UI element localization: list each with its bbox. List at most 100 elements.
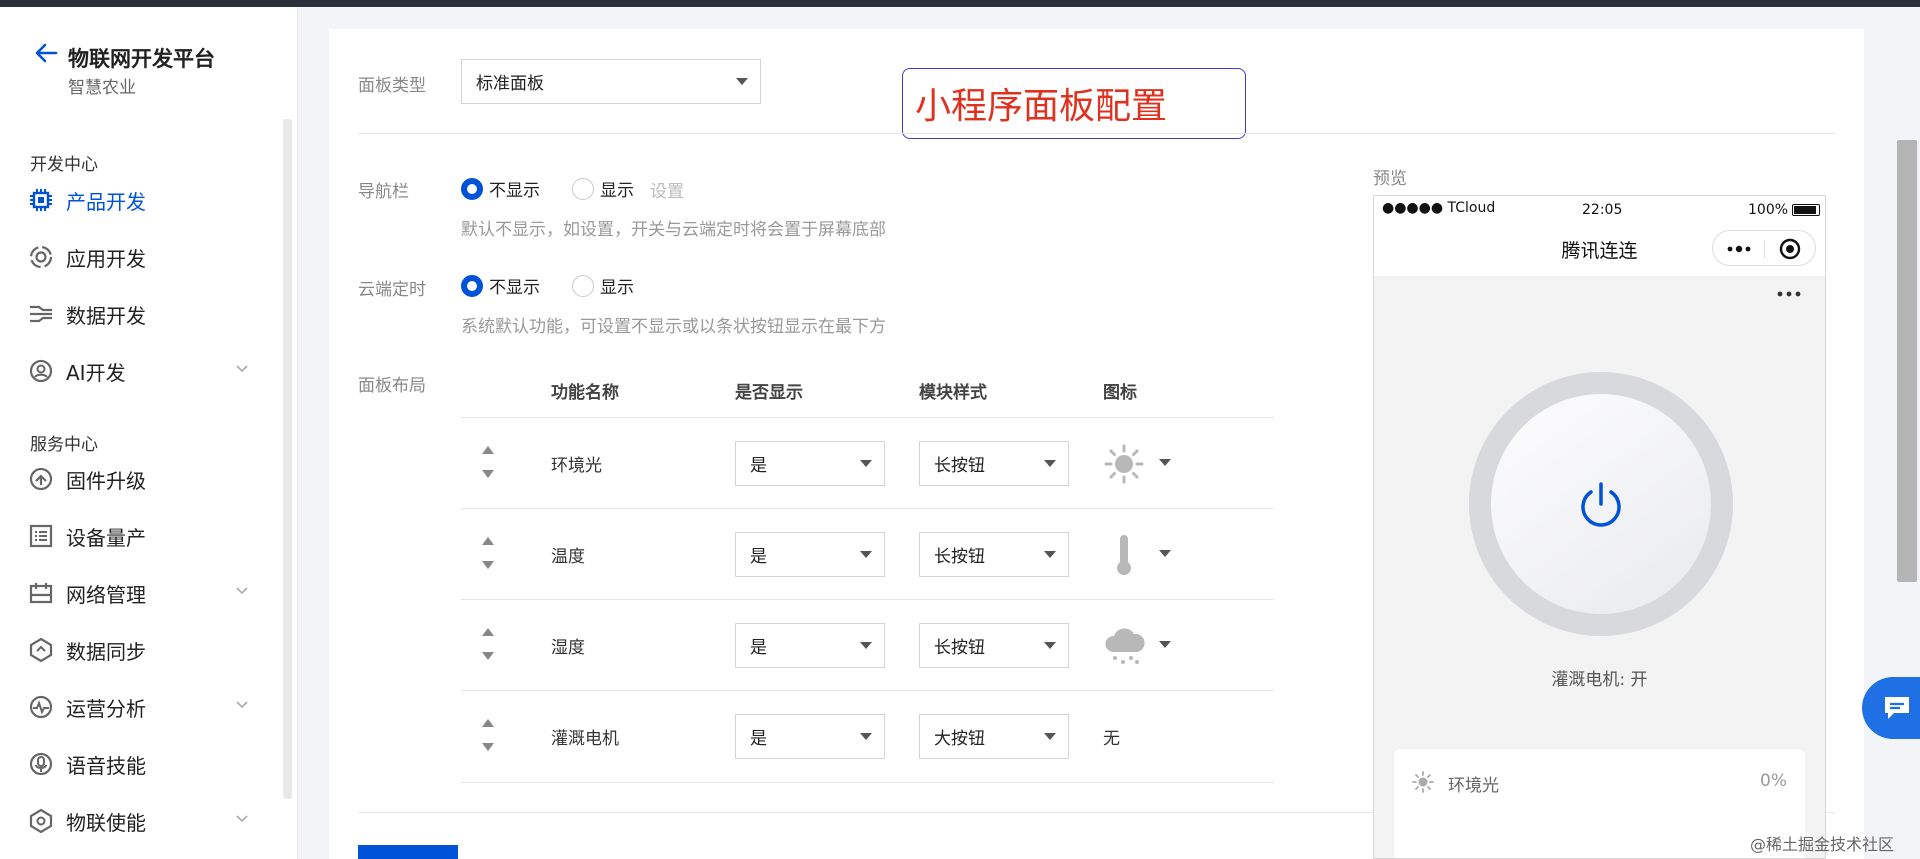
row-sort-handle[interactable] <box>481 628 495 660</box>
radio-dot <box>461 274 483 297</box>
sidebar-item-label: 固件升级 <box>66 468 146 493</box>
project-name: 智慧农业 <box>68 78 136 98</box>
nav-hint: 默认不显示，如设置，开关与云端定时将会置于屏幕底部 <box>461 220 886 240</box>
row-func-name: 温度 <box>551 547 585 567</box>
nav-show-radio[interactable]: 显示 <box>572 176 634 201</box>
table-row-divider <box>461 417 1274 418</box>
radio-label: 不显示 <box>489 278 540 298</box>
row-sort-handle[interactable] <box>481 719 495 751</box>
sort-down-icon <box>482 652 494 660</box>
row-show-select[interactable]: 是 <box>735 623 885 668</box>
row-icon-picker[interactable] <box>1103 622 1175 668</box>
sync-hex-icon <box>29 637 53 663</box>
row-show-select[interactable]: 是 <box>735 532 885 577</box>
capsule-menu[interactable] <box>1712 230 1816 266</box>
row-show-select[interactable]: 是 <box>735 714 885 759</box>
thermometer-icon <box>1117 535 1131 575</box>
row-func-name: 灌溉电机 <box>551 729 619 749</box>
sun-icon <box>1412 771 1434 793</box>
row-style-select[interactable]: 大按钮 <box>919 714 1069 759</box>
radio-dot <box>572 177 594 200</box>
sort-down-icon <box>482 561 494 569</box>
preview-list-card: 环境光 0% <box>1394 749 1805 858</box>
table-row-divider <box>461 690 1274 691</box>
nav-bar-label: 导航栏 <box>358 182 409 202</box>
sidebar-item-app-dev[interactable]: 应用开发 <box>28 237 260 277</box>
sidebar-item-ai-dev[interactable]: AI开发 <box>28 351 260 391</box>
col-show: 是否显示 <box>735 383 803 403</box>
sidebar-item-firmware[interactable]: 固件升级 <box>28 459 260 499</box>
sidebar-item-mass-production[interactable]: 设备量产 <box>28 516 260 556</box>
row-icon-picker[interactable] <box>1103 531 1175 577</box>
sun-icon <box>1104 444 1144 484</box>
phone-preview: ●●●●● TCloud 22:05 100% 腾讯连连 灌溉电机: 开 环境光… <box>1373 195 1826 859</box>
table-row-divider <box>461 599 1274 600</box>
panel-type-label: 面板类型 <box>358 76 426 96</box>
preview-item-name: 环境光 <box>1448 776 1499 796</box>
sidebar-item-data-dev[interactable]: 数据开发 <box>28 294 260 334</box>
nav-hide-radio[interactable]: 不显示 <box>461 176 540 201</box>
clock-text: 22:05 <box>1582 202 1623 218</box>
back-arrow-icon[interactable] <box>34 43 58 63</box>
sidebar-item-network[interactable]: 网络管理 <box>28 573 260 613</box>
sidebar-item-label: 设备量产 <box>66 525 146 550</box>
row-show-value: 是 <box>750 456 767 476</box>
row-icon-none: 无 <box>1103 729 1120 749</box>
timer-show-radio[interactable]: 显示 <box>572 273 634 298</box>
sidebar-item-label: 产品开发 <box>66 189 146 214</box>
page-scrollbar[interactable] <box>1897 140 1917 582</box>
panel-layout-label: 面板布局 <box>358 376 426 396</box>
data-flow-icon <box>30 305 52 323</box>
chevron-down-icon <box>236 587 248 595</box>
panel-type-select[interactable]: 标准面板 <box>461 59 761 104</box>
timer-hide-radio[interactable]: 不显示 <box>461 273 540 298</box>
watermark: @稀土掘金技术社区 <box>1750 835 1895 854</box>
row-icon-picker[interactable] <box>1103 440 1175 486</box>
chip-icon <box>30 189 52 211</box>
sidebar-item-iot-enable[interactable]: 物联使能 <box>28 801 260 841</box>
caret-down-icon <box>860 732 872 740</box>
power-button[interactable] <box>1491 394 1711 614</box>
row-sort-handle[interactable] <box>481 537 495 569</box>
row-sort-handle[interactable] <box>481 446 495 478</box>
group-dev-center: 开发中心 <box>30 155 98 175</box>
col-func-name: 功能名称 <box>551 383 619 403</box>
chevron-down-icon <box>236 701 248 709</box>
sidebar-item-product-dev[interactable]: 产品开发 <box>28 180 260 220</box>
group-service-center: 服务中心 <box>30 435 98 455</box>
chat-button[interactable] <box>1862 677 1920 739</box>
nav-setting-link[interactable]: 设置 <box>650 177 684 202</box>
row-style-select[interactable]: 长按钮 <box>919 532 1069 577</box>
sidebar-item-label: 应用开发 <box>66 246 146 271</box>
col-icon: 图标 <box>1103 383 1137 403</box>
sidebar-item-analytics[interactable]: 运营分析 <box>28 687 260 727</box>
chevron-down-icon <box>236 815 248 823</box>
row-style-select[interactable]: 长按钮 <box>919 441 1069 486</box>
battery-text: 100% <box>1748 202 1789 218</box>
save-button[interactable] <box>358 845 458 859</box>
sort-up-icon <box>482 537 494 545</box>
caret-down-icon <box>860 550 872 558</box>
carrier-text: ●●●●● TCloud <box>1382 200 1496 216</box>
preview-item-value: 0% <box>1760 771 1787 791</box>
caret-down-icon <box>1159 459 1171 466</box>
caret-down-icon <box>1044 459 1056 467</box>
row-style-select[interactable]: 长按钮 <box>919 623 1069 668</box>
more-horizontal-icon[interactable] <box>1776 290 1802 298</box>
sidebar-item-label: 物联使能 <box>66 810 146 835</box>
sidebar-item-data-sync[interactable]: 数据同步 <box>28 630 260 670</box>
row-style-value: 长按钮 <box>934 638 985 658</box>
annotation-box: 小程序面板配置 <box>902 68 1246 139</box>
radio-label: 显示 <box>600 181 634 201</box>
caret-down-icon <box>1044 732 1056 740</box>
row-show-select[interactable]: 是 <box>735 441 885 486</box>
sidebar-item-voice[interactable]: 语音技能 <box>28 744 260 784</box>
sort-up-icon <box>482 446 494 454</box>
caret-down-icon <box>860 641 872 649</box>
sidebar-scrollbar[interactable] <box>283 119 292 799</box>
caret-down-icon <box>1159 550 1171 557</box>
close-target-icon <box>1779 238 1801 260</box>
sort-up-icon <box>482 628 494 636</box>
table-row-divider <box>461 782 1274 783</box>
sidebar-item-label: 语音技能 <box>66 753 146 778</box>
